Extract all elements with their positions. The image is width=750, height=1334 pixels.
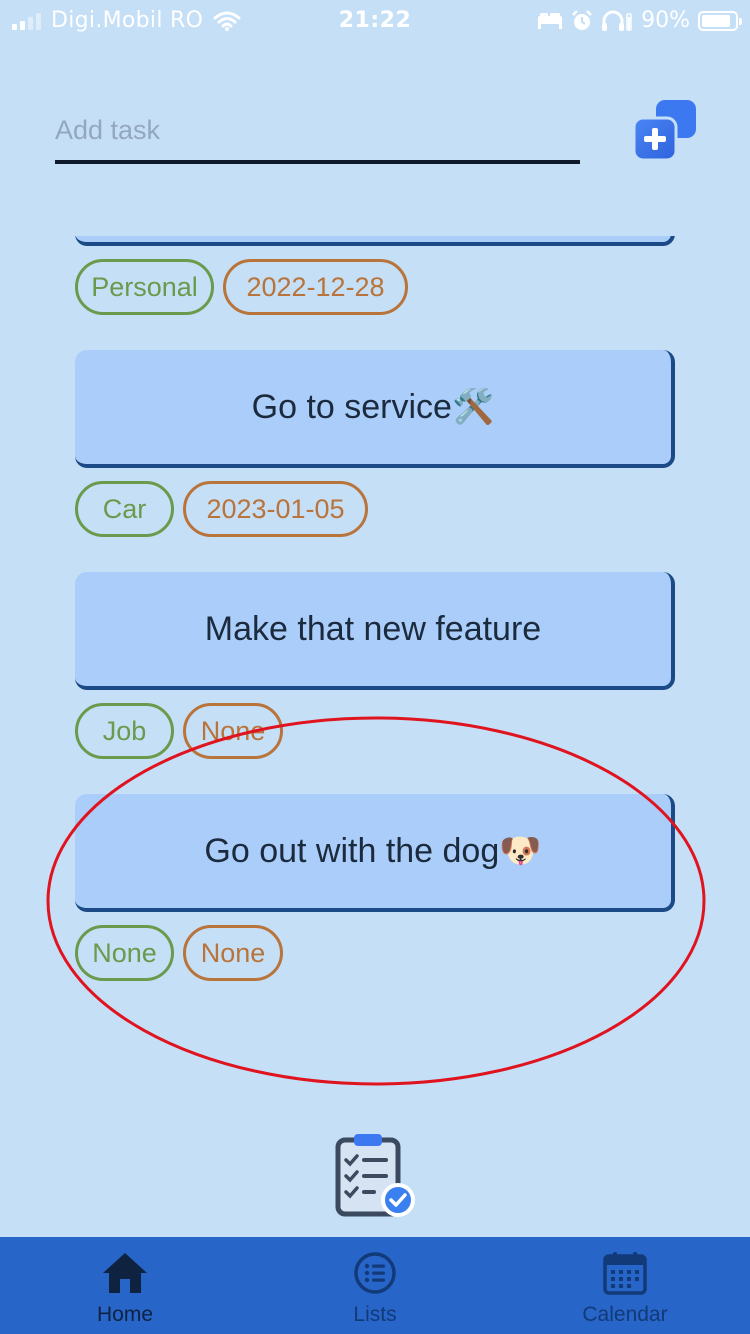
- header-area: [0, 170, 750, 236]
- task-title: Make that new feature: [204, 609, 542, 648]
- tab-label: Calendar: [582, 1303, 668, 1326]
- category-tag[interactable]: Car: [75, 481, 174, 537]
- tab-lists[interactable]: Lists: [250, 1237, 500, 1334]
- category-tag[interactable]: None: [75, 925, 174, 981]
- category-tag[interactable]: Personal: [75, 259, 214, 315]
- task-title: Go out with the dog🐶: [204, 832, 542, 870]
- task-card[interactable]: Go out with the dog🐶: [75, 794, 675, 912]
- date-tag[interactable]: None: [183, 925, 283, 981]
- calendar-icon: [603, 1252, 647, 1295]
- tab-label: Home: [96, 1303, 154, 1326]
- task-card[interactable]: Go to service🛠️: [75, 350, 675, 468]
- list-icon: [354, 1252, 396, 1294]
- date-tag[interactable]: 2022-12-28: [223, 259, 408, 315]
- date-tag[interactable]: None: [183, 703, 283, 759]
- tab-calendar[interactable]: Calendar: [500, 1237, 750, 1334]
- date-tag[interactable]: 2023-01-05: [183, 481, 368, 537]
- tab-label: Lists: [353, 1303, 397, 1326]
- tab-home[interactable]: Home: [0, 1237, 250, 1334]
- task-card[interactable]: Make that new feature: [75, 572, 675, 690]
- clipboard-checklist-icon: [335, 1134, 415, 1217]
- task-title: Go to service🛠️: [251, 388, 495, 426]
- task-list: Personal 2022-12-28 Go to service🛠️ Car …: [0, 0, 750, 1100]
- home-icon: [103, 1253, 147, 1293]
- tab-bar: Home Lists Calendar: [0, 1237, 750, 1334]
- category-tag[interactable]: Job: [75, 703, 174, 759]
